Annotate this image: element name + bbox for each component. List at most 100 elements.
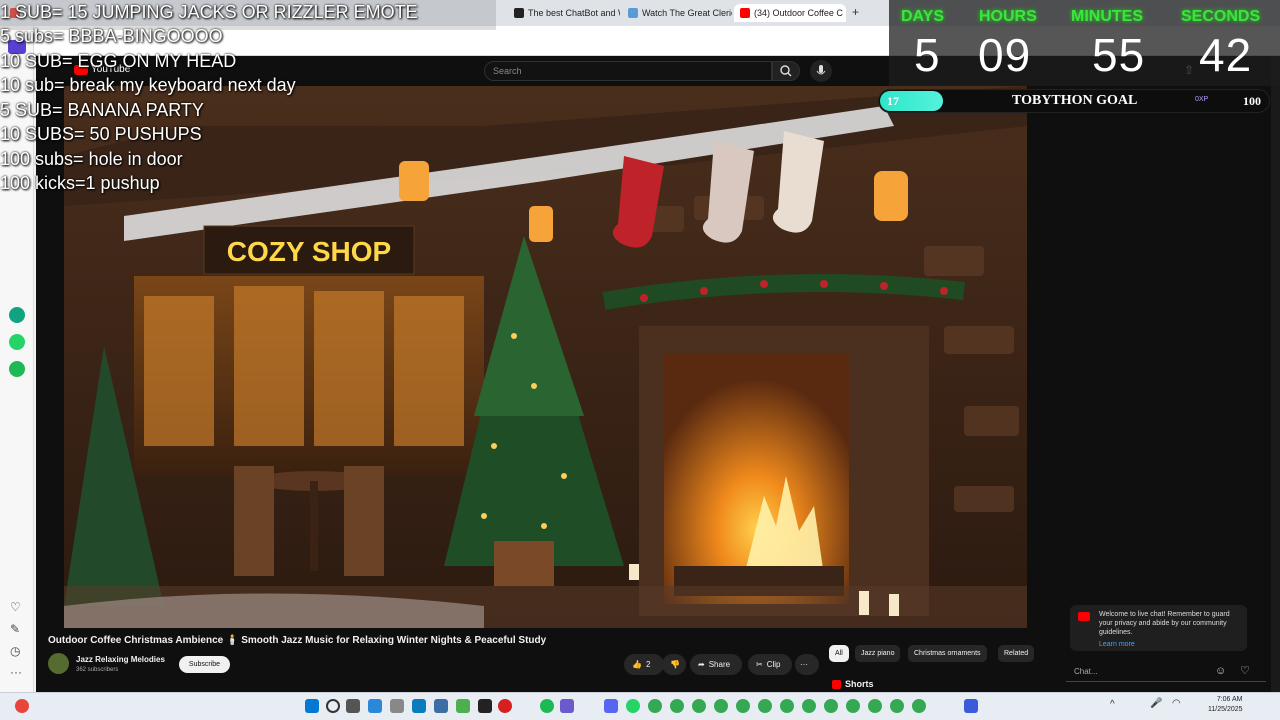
video-player[interactable]: COZY SHOP — [64, 86, 1027, 628]
chrome-icon[interactable] — [736, 699, 750, 713]
app-icon[interactable] — [964, 699, 978, 713]
chrome-icon[interactable] — [670, 699, 684, 713]
tray-chevron-icon[interactable]: ^ — [1110, 699, 1115, 710]
tab-title: Watch The Great Cleric Er — [642, 8, 732, 18]
chrome-icon[interactable] — [868, 699, 882, 713]
edit-icon[interactable]: ✎ — [10, 622, 20, 636]
taskbar-clock[interactable]: 7:06 AM 11/25/2025 — [1208, 695, 1243, 715]
whatsapp-icon[interactable] — [9, 334, 25, 350]
countdown-label-minutes: MINUTES — [1071, 8, 1143, 25]
search-icon — [780, 65, 792, 77]
new-tab-button[interactable]: + — [852, 5, 859, 19]
chatgpt-icon[interactable] — [9, 307, 25, 323]
search-input[interactable]: Search — [484, 61, 772, 81]
opera-icon[interactable] — [498, 699, 512, 713]
countdown-label-seconds: SECONDS — [1181, 8, 1261, 25]
clock-date: 11/25/2025 — [1208, 706, 1243, 713]
tab-favicon-icon — [628, 8, 638, 18]
thumbs-down-icon: 👎 — [670, 660, 680, 669]
countdown-days-value: 5 — [914, 29, 941, 81]
overlay-line: 5 SUB= BANANA PARTY — [0, 100, 204, 120]
mic-tray-icon[interactable]: 🎤 — [1150, 698, 1162, 709]
heart-reaction-icon[interactable]: ♡ — [1240, 664, 1250, 677]
chrome-icon[interactable] — [890, 699, 904, 713]
tab-favicon-icon — [514, 8, 524, 18]
chip-jazz-piano[interactable]: Jazz piano — [855, 645, 901, 662]
chrome-icon[interactable] — [780, 699, 794, 713]
chrome-icon[interactable] — [692, 699, 706, 713]
page-scrollbar[interactable] — [1271, 56, 1280, 692]
weather-widget-icon[interactable] — [15, 699, 29, 713]
like-button[interactable]: 👍 2 — [624, 654, 664, 675]
voice-search-button[interactable] — [810, 60, 832, 82]
countdown-hours-value: 09 — [978, 29, 1032, 81]
youtube-icon — [1078, 612, 1090, 621]
shorts-heading: Shorts — [832, 679, 874, 689]
app-icon[interactable] — [390, 699, 404, 713]
overlay-line: 100 subs= hole in door — [0, 149, 183, 169]
shorts-label: Shorts — [845, 679, 874, 689]
overlay-line: 5 subs= BBBA-BINGOOOO — [0, 26, 223, 46]
app-icon[interactable] — [560, 699, 574, 713]
goal-title: TOBYTHON GOAL — [1012, 93, 1138, 108]
like-count: 2 — [645, 660, 651, 669]
chip-related[interactable]: Related — [998, 645, 1035, 662]
overlay-line: 100 kicks=1 pushup — [0, 173, 160, 193]
task-view-icon[interactable] — [346, 699, 360, 713]
spotify-taskbar-icon[interactable] — [540, 699, 554, 713]
edge-dev-icon[interactable] — [412, 699, 426, 713]
chrome-icon[interactable] — [802, 699, 816, 713]
history-icon[interactable]: ◷ — [10, 644, 20, 658]
terminal-icon[interactable] — [478, 699, 492, 713]
tab-youtube-active[interactable]: (34) Outdoor Coffee C — [734, 4, 846, 22]
scissors-icon: ✂ — [756, 660, 763, 669]
chat-welcome-notice: Welcome to live chat! Remember to guard … — [1070, 605, 1247, 651]
live-chat-panel — [1056, 115, 1271, 688]
more-icon[interactable]: ··· — [10, 665, 22, 679]
windows-taskbar — [0, 692, 1280, 720]
chat-input[interactable]: Chat... — [1066, 662, 1266, 682]
learn-more-link[interactable]: Learn more — [1099, 640, 1241, 649]
chrome-icon[interactable] — [758, 699, 772, 713]
search-taskbar-icon[interactable] — [326, 699, 340, 713]
share-button[interactable]: ➦ Share — [690, 654, 742, 675]
app-icon[interactable] — [456, 699, 470, 713]
tab-chatbot[interactable]: The best ChatBot and Wri — [508, 4, 620, 22]
chrome-icon[interactable] — [912, 699, 926, 713]
dislike-button[interactable]: 👎 — [662, 654, 686, 675]
goal-max-value: 100 — [1243, 94, 1261, 108]
countdown-seconds-value: 42 — [1199, 29, 1253, 81]
clip-button[interactable]: ✂ Clip — [748, 654, 792, 675]
spotify-icon[interactable] — [9, 361, 25, 377]
subscribe-button[interactable]: Subscribe — [179, 656, 230, 673]
start-menu-icon[interactable] — [305, 699, 319, 713]
discord-icon[interactable] — [604, 699, 618, 713]
thumbs-up-icon: 👍 — [632, 660, 642, 669]
countdown-label-days: DAYS — [901, 8, 944, 25]
channel-name[interactable]: Jazz Relaxing Melodies — [76, 655, 165, 664]
overlay-line: 10 SUB= EGG ON MY HEAD — [0, 51, 237, 71]
more-actions-button[interactable]: ··· — [795, 654, 819, 675]
chip-all[interactable]: All — [829, 645, 849, 662]
channel-subscriber-count: 362 subscribers — [76, 667, 119, 673]
share-icon: ➦ — [698, 660, 705, 669]
chrome-icon[interactable] — [824, 699, 838, 713]
channel-avatar[interactable] — [48, 653, 69, 674]
app-icon[interactable] — [434, 699, 448, 713]
cozy-shop-sign: COZY SHOP — [227, 236, 391, 267]
chrome-icon[interactable] — [648, 699, 662, 713]
chrome-icon[interactable] — [846, 699, 860, 713]
heart-icon[interactable]: ♡ — [10, 600, 21, 614]
chat-notice-text: Welcome to live chat! Remember to guard … — [1099, 611, 1230, 636]
video-frame-scene: COZY SHOP — [64, 86, 1027, 628]
tab-great-cleric[interactable]: Watch The Great Cleric Er — [622, 4, 732, 22]
whatsapp-taskbar-icon[interactable] — [626, 699, 640, 713]
chip-christmas-ornaments[interactable]: Christmas ornaments — [908, 645, 987, 662]
youtube-favicon-icon — [740, 8, 750, 18]
chrome-icon[interactable] — [714, 699, 728, 713]
overlay-line: 1 SUB= 15 JUMPING JACKS OR RIZZLER EMOTE — [0, 2, 418, 22]
search-button[interactable] — [772, 61, 800, 81]
wifi-icon[interactable]: ◠ — [1172, 698, 1181, 709]
edge-icon[interactable] — [368, 699, 382, 713]
emoji-icon[interactable]: ☺ — [1215, 665, 1226, 677]
